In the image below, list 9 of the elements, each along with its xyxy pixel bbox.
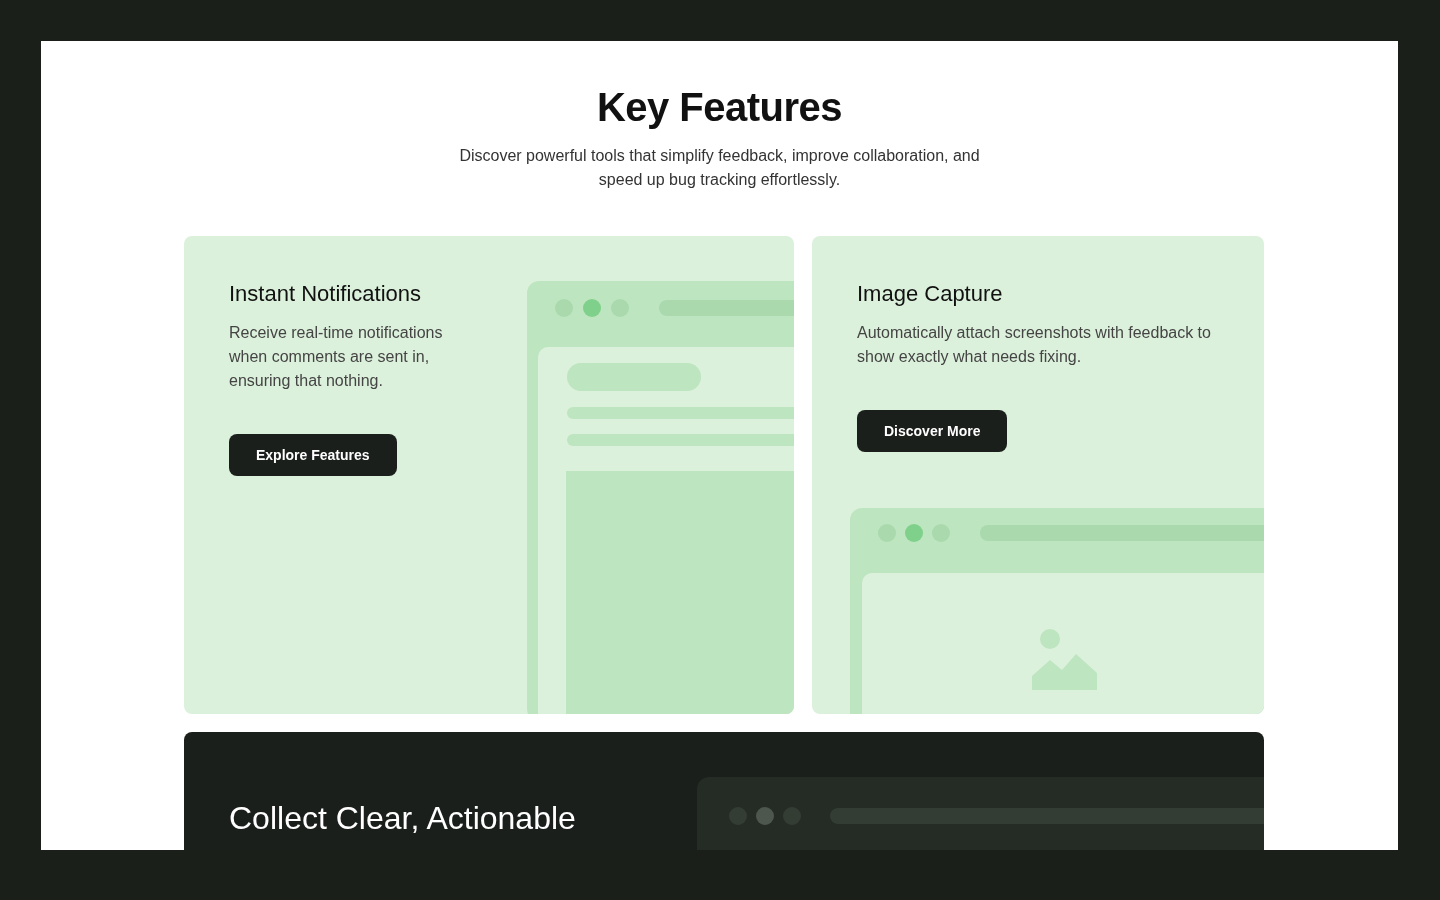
card-description: Receive real-time notifications when comments are sent in, ensuring that nothing. <box>229 323 444 391</box>
section-subtitle: Discover powerful tools that simplify feedback, improve collaboration, and speed up bug tracking effortlessly. <box>458 146 981 190</box>
card-title: Image Capture <box>857 281 1004 307</box>
card-description: Automatically attach screenshots with feedback to show exactly what needs fixing. <box>857 323 1212 367</box>
card-title: Instant Notifications <box>229 281 422 307</box>
banner-heading: Collect Clear, Actionable <box>229 800 576 837</box>
section-title: Key Features <box>596 85 843 130</box>
explore-features-button[interactable]: Explore Features <box>229 434 397 476</box>
discover-more-button[interactable]: Discover More <box>857 410 1008 452</box>
